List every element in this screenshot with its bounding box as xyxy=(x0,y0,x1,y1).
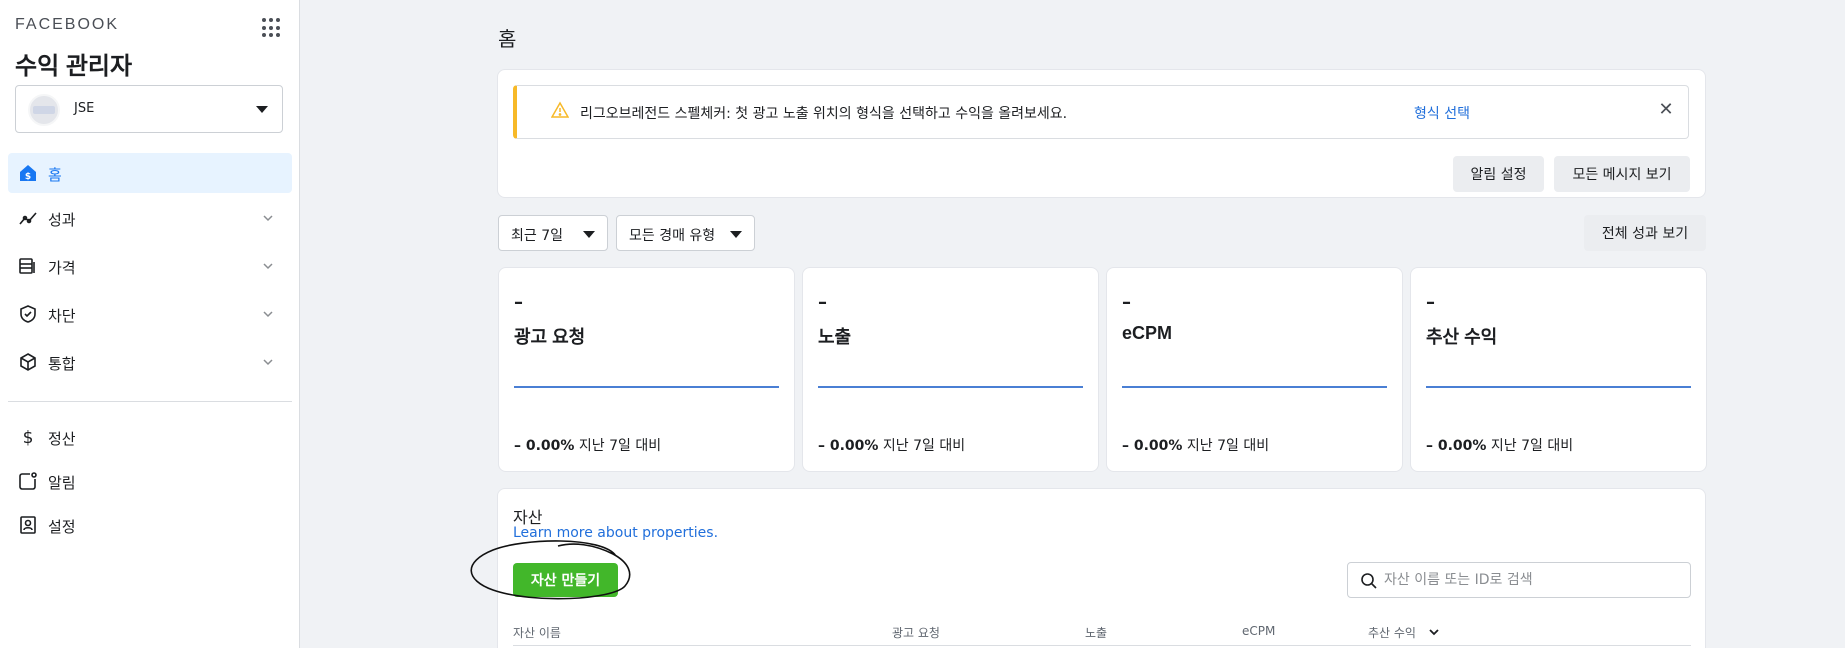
metric-value: – xyxy=(818,292,827,313)
auction-type-dropdown[interactable]: 모든 경매 유형 xyxy=(616,215,755,251)
sidebar-item-home[interactable]: $ 홈 xyxy=(8,153,292,193)
metric-compare: 지난 7일 대비 xyxy=(578,438,662,454)
auction-type-value: 모든 경매 유형 xyxy=(629,228,716,244)
sidebar-item-label: 정산 xyxy=(48,430,76,448)
sort-chevron-down-icon[interactable] xyxy=(1428,626,1440,638)
metric-value: – xyxy=(1122,292,1131,313)
metric-compare: 지난 7일 대비 xyxy=(882,438,966,454)
metric-label: 광고 요청 xyxy=(514,327,586,347)
sidebar-item-label: 알림 xyxy=(48,474,76,492)
metric-label: 노출 xyxy=(818,327,852,347)
search-input[interactable] xyxy=(1384,569,1674,591)
chevron-down-icon xyxy=(263,263,273,270)
sidebar-item-pricing[interactable]: 가격 xyxy=(8,246,292,286)
metric-card-impressions: – 노출 – 0.00% 지난 7일 대비 xyxy=(802,267,1099,472)
view-all-messages-button[interactable]: 모든 메시지 보기 xyxy=(1554,156,1690,192)
settings-person-icon xyxy=(20,516,36,534)
sidebar-item-label: 성과 xyxy=(48,211,76,229)
cube-icon xyxy=(20,353,36,371)
metric-change-value: – 0.00% xyxy=(1426,438,1487,454)
select-format-link[interactable]: 형식 선택 xyxy=(1414,103,1470,123)
sidebar-item-label: 설정 xyxy=(48,518,76,536)
column-header-ad-requests[interactable]: 광고 요청 xyxy=(892,624,940,641)
sidebar-item-label: 홈 xyxy=(48,166,62,184)
metric-label: eCPM xyxy=(1122,323,1173,343)
app-grid-icon[interactable] xyxy=(260,16,284,40)
metric-change-value: – 0.00% xyxy=(1122,438,1183,454)
metric-compare: 지난 7일 대비 xyxy=(1186,438,1270,454)
metric-card-estimated-revenue: – 추산 수익 – 0.00% 지난 7일 대비 xyxy=(1410,267,1707,472)
metric-sparkline xyxy=(1122,386,1387,388)
close-icon[interactable]: ✕ xyxy=(1656,100,1676,120)
sidebar-item-label: 가격 xyxy=(48,259,76,277)
caret-down-icon xyxy=(730,231,742,238)
column-header-ecpm[interactable]: eCPM xyxy=(1242,624,1275,638)
warning-icon xyxy=(551,101,569,118)
home-dollar-icon: $ xyxy=(20,165,36,182)
metric-sparkline xyxy=(1426,386,1691,388)
svg-text:$: $ xyxy=(25,172,31,182)
chevron-down-icon xyxy=(263,215,273,222)
metric-card-ecpm: – eCPM – 0.00% 지난 7일 대비 xyxy=(1106,267,1403,472)
metric-value: – xyxy=(514,292,523,313)
date-range-dropdown[interactable]: 최근 7일 xyxy=(498,215,608,251)
sidebar-divider xyxy=(8,401,292,402)
table-header-divider xyxy=(513,645,1691,646)
chart-line-icon xyxy=(19,212,37,225)
sidebar: FACEBOOK 수익 관리자 JSE $ 홈 성과 가격 차단 통합 $ 정산… xyxy=(0,0,300,648)
caret-down-icon xyxy=(583,231,595,238)
svg-text:$: $ xyxy=(23,428,34,447)
column-header-impressions[interactable]: 노출 xyxy=(1085,624,1107,641)
sidebar-item-label: 통합 xyxy=(48,355,76,373)
account-avatar xyxy=(28,94,60,126)
account-selector[interactable]: JSE xyxy=(15,85,283,133)
facebook-brand: FACEBOOK xyxy=(15,16,120,33)
column-header-asset-name[interactable]: 자산 이름 xyxy=(513,624,561,641)
chevron-down-icon xyxy=(263,359,273,366)
page-title: 홈 xyxy=(498,27,517,51)
notification-icon xyxy=(19,472,37,490)
metric-change-value: – 0.00% xyxy=(514,438,575,454)
date-range-value: 최근 7일 xyxy=(511,228,563,244)
metric-compare: 지난 7일 대비 xyxy=(1490,438,1574,454)
alert-message: 리그오브레전드 스펠체커: 첫 광고 노출 위치의 형식을 선택하고 수익을 올… xyxy=(580,106,1068,122)
metric-change-value: – 0.00% xyxy=(818,438,879,454)
metric-card-ad-requests: – 광고 요청 – 0.00% 지난 7일 대비 xyxy=(498,267,795,472)
sidebar-item-settings[interactable]: 설정 xyxy=(8,505,292,545)
account-name: JSE xyxy=(74,101,95,116)
column-header-estimated-revenue[interactable]: 추산 수익 xyxy=(1368,624,1416,641)
search-icon xyxy=(1361,573,1377,589)
app-title: 수익 관리자 xyxy=(15,53,133,80)
view-all-performance-button[interactable]: 전체 성과 보기 xyxy=(1584,215,1706,251)
metric-sparkline xyxy=(514,386,779,388)
metric-change: – 0.00% 지난 7일 대비 xyxy=(514,435,661,455)
metric-label: 추산 수익 xyxy=(1426,327,1498,347)
asset-search[interactable] xyxy=(1347,562,1691,598)
sidebar-item-performance[interactable]: 성과 xyxy=(8,198,292,238)
metric-change: – 0.00% 지난 7일 대비 xyxy=(1426,435,1573,455)
notification-settings-button[interactable]: 알림 설정 xyxy=(1453,156,1544,192)
sidebar-item-label: 차단 xyxy=(48,307,76,325)
caret-down-icon xyxy=(256,106,268,113)
sidebar-item-integrations[interactable]: 통합 xyxy=(8,342,292,382)
shield-check-icon xyxy=(20,305,36,323)
metric-change: – 0.00% 지난 7일 대비 xyxy=(818,435,965,455)
metric-change: – 0.00% 지난 7일 대비 xyxy=(1122,435,1269,455)
create-asset-button[interactable]: 자산 만들기 xyxy=(513,563,618,597)
sidebar-item-notifications[interactable]: 알림 xyxy=(8,461,292,501)
format-alert: 리그오브레전드 스펠체커: 첫 광고 노출 위치의 형식을 선택하고 수익을 올… xyxy=(513,85,1689,139)
notice-card: 리그오브레전드 스펠체커: 첫 광고 노출 위치의 형식을 선택하고 수익을 올… xyxy=(497,69,1706,198)
sidebar-item-payouts[interactable]: $ 정산 xyxy=(8,417,292,457)
metric-value: – xyxy=(1426,292,1435,313)
learn-more-link[interactable]: Learn more about properties. xyxy=(513,525,718,541)
dollar-icon: $ xyxy=(23,428,34,447)
chevron-down-icon xyxy=(263,311,273,318)
metric-sparkline xyxy=(818,386,1083,388)
assets-card: 자산 Learn more about properties. 자산 만들기 자… xyxy=(470,488,1706,648)
sidebar-item-block[interactable]: 차단 xyxy=(8,294,292,334)
layers-icon xyxy=(19,258,35,274)
